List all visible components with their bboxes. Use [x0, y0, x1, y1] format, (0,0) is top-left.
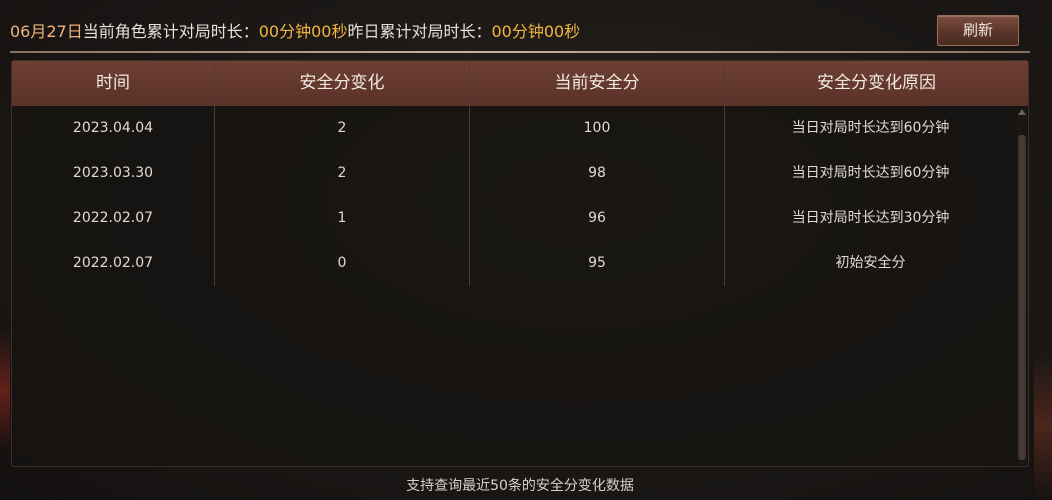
scroll-up-arrow-icon[interactable] [1018, 109, 1026, 115]
yesterday-playtime-label: 昨日累计对局时长： [347, 22, 492, 41]
table-scrollbar[interactable] [1017, 107, 1027, 464]
column-header-change-reason: 安全分变化原因 [817, 73, 936, 93]
scrollbar-thumb[interactable] [1018, 135, 1026, 460]
current-playtime-value: 00分钟00秒 [258, 22, 348, 41]
cell-change-reason: 当日对局时长达到60分钟 [791, 165, 950, 181]
safety-score-table: 时间 安全分变化 当前安全分 安全分变化原因 2023.04.04 2 100 … [11, 60, 1029, 467]
refresh-button[interactable]: 刷新 [937, 15, 1019, 46]
table-row: 2022.02.07 0 95 初始安全分 [12, 241, 1016, 286]
column-header-score-change: 安全分变化 [215, 61, 470, 106]
table-header: 时间 安全分变化 当前安全分 安全分变化原因 [12, 61, 1028, 106]
column-header-time: 时间 [12, 61, 215, 106]
header-divider [10, 51, 1030, 53]
playtime-summary: 06月27日当前角色累计对局时长：00分钟00秒昨日累计对局时长：00分钟00秒 [10, 17, 580, 47]
table-row: 2022.02.07 1 96 当日对局时长达到30分钟 [12, 196, 1016, 241]
cell-current-score: 95 [470, 241, 725, 286]
cell-score-change: 2 [215, 106, 470, 151]
cell-change-reason: 当日对局时长达到30分钟 [791, 210, 950, 226]
cell-time: 2023.03.30 [12, 151, 215, 196]
cell-time: 2022.02.07 [12, 241, 215, 286]
table-body: 2023.04.04 2 100 当日对局时长达到60分钟 2023.03.30… [12, 106, 1016, 286]
cell-change-reason: 当日对局时长达到60分钟 [791, 120, 950, 136]
table-row: 2023.03.30 2 98 当日对局时长达到60分钟 [12, 151, 1016, 196]
cell-current-score: 98 [470, 151, 725, 196]
table-row: 2023.04.04 2 100 当日对局时长达到60分钟 [12, 106, 1016, 151]
decorative-streak-left [0, 330, 10, 450]
cell-change-reason: 初始安全分 [835, 255, 906, 271]
cell-score-change: 0 [215, 241, 470, 286]
cell-score-change: 1 [215, 196, 470, 241]
cell-current-score: 96 [470, 196, 725, 241]
cell-score-change: 2 [215, 151, 470, 196]
cell-time: 2023.04.04 [12, 106, 215, 151]
current-playtime-label: 当前角色累计对局时长： [82, 22, 259, 41]
yesterday-playtime-value: 00分钟00秒 [491, 22, 581, 41]
column-header-current-score: 当前安全分 [470, 61, 725, 106]
query-limit-note: 支持查询最近50条的安全分变化数据 [406, 478, 634, 494]
cell-time: 2022.02.07 [12, 196, 215, 241]
summary-date: 06月27日 [10, 22, 83, 41]
cell-current-score: 100 [470, 106, 725, 151]
